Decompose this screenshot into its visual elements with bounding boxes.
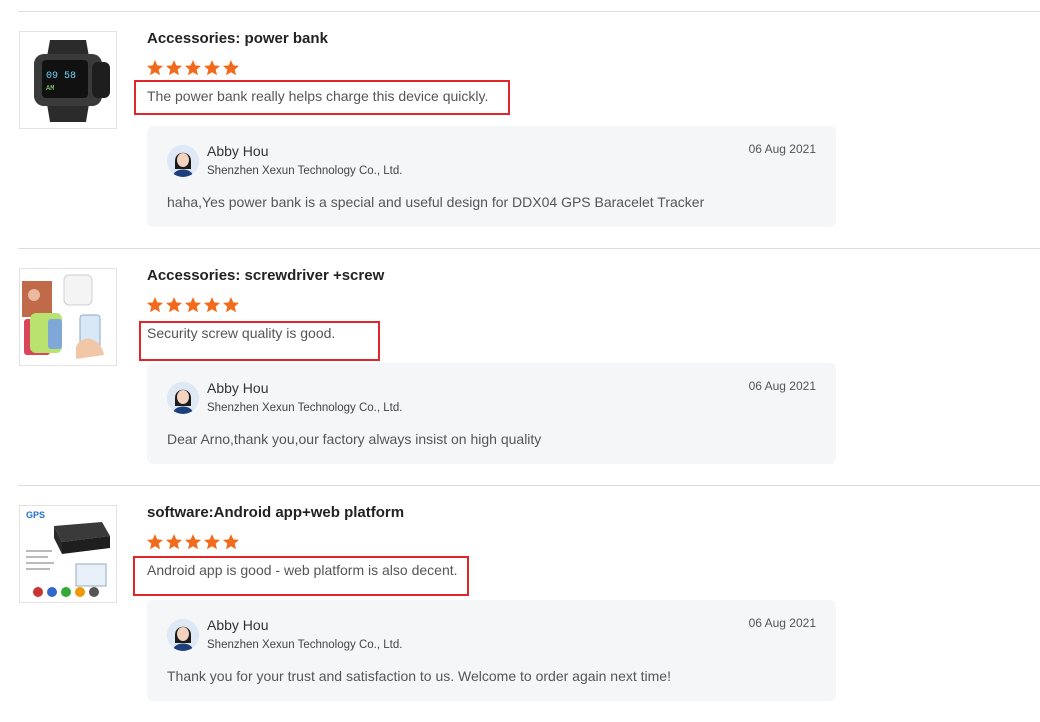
review-comment: Security screw quality is good. <box>147 325 336 341</box>
star-rating <box>146 296 240 314</box>
star-icon <box>146 297 164 313</box>
star-icon <box>184 297 202 313</box>
reply-author-name: Abby Hou <box>207 617 269 633</box>
seller-reply: Abby Hou Shenzhen Xexun Technology Co., … <box>147 126 836 227</box>
star-icon <box>222 60 240 76</box>
star-rating <box>146 533 240 551</box>
product-thumbnail-tracker-scenes[interactable] <box>19 268 117 366</box>
svg-text:AM: AM <box>46 85 54 93</box>
star-icon <box>203 60 221 76</box>
avatar <box>167 382 199 414</box>
reply-date: 06 Aug 2021 <box>748 142 816 156</box>
reply-company: Shenzhen Xexun Technology Co., Ltd. <box>207 402 403 414</box>
reply-text: Dear Arno,thank you,our factory always i… <box>167 431 542 447</box>
product-thumbnail-gps-tracker[interactable]: GPS <box>19 505 117 603</box>
star-icon <box>184 534 202 550</box>
reply-date: 06 Aug 2021 <box>748 379 816 393</box>
reply-text: Thank you for your trust and satisfactio… <box>167 668 671 684</box>
reply-company: Shenzhen Xexun Technology Co., Ltd. <box>207 639 403 651</box>
review-item: Accessories: screwdriver +screw Security… <box>0 248 1040 485</box>
reply-company: Shenzhen Xexun Technology Co., Ltd. <box>207 165 403 177</box>
star-icon <box>165 297 183 313</box>
reply-text: haha,Yes power bank is a special and use… <box>167 194 705 210</box>
star-icon <box>203 534 221 550</box>
star-icon <box>203 297 221 313</box>
seller-reply: Abby Hou Shenzhen Xexun Technology Co., … <box>147 363 836 464</box>
svg-text:GPS: GPS <box>26 510 45 520</box>
star-icon <box>146 534 164 550</box>
product-title: Accessories: power bank <box>147 30 328 47</box>
product-title: software:Android app+web platform <box>147 504 405 521</box>
avatar <box>167 145 199 177</box>
svg-text:09 58: 09 58 <box>46 71 76 82</box>
reply-author-name: Abby Hou <box>207 380 269 396</box>
review-comment: Android app is good - web platform is al… <box>147 562 458 578</box>
avatar <box>167 619 199 651</box>
star-icon <box>146 60 164 76</box>
review-item: GPS software:Android app+web platform An… <box>0 485 1040 722</box>
reply-date: 06 Aug 2021 <box>748 616 816 630</box>
product-title: Accessories: screwdriver +screw <box>147 267 385 284</box>
reply-author-name: Abby Hou <box>207 143 269 159</box>
star-icon <box>184 60 202 76</box>
product-thumbnail-watch[interactable]: 09 58 AM <box>19 31 117 129</box>
review-comment: The power bank really helps charge this … <box>147 88 489 104</box>
star-icon <box>165 60 183 76</box>
star-icon <box>165 534 183 550</box>
star-icon <box>222 534 240 550</box>
review-item: 09 58 AM Accessories: power bank The pow… <box>0 11 1040 248</box>
star-rating <box>146 59 240 77</box>
star-icon <box>222 297 240 313</box>
